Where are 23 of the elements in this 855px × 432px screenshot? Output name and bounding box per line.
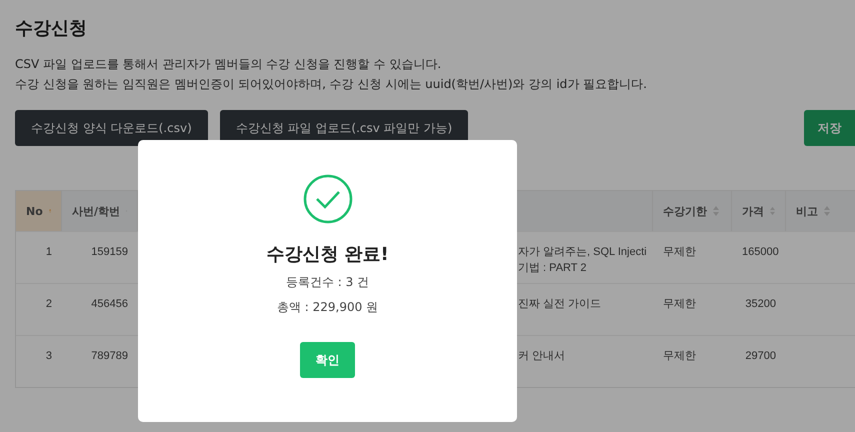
column-header[interactable]: 비고 [786,191,855,231]
table-cell: 2 [16,283,62,335]
table-cell: 1 [16,231,62,283]
save-button[interactable]: 저장 [804,110,855,146]
check-circle-icon [302,174,352,224]
dialog-text: 총액 : 229,900 원 [276,299,378,316]
description-text: CSV 파일 업로드를 통해서 관리자가 멤버들의 수강 신청을 진행할 수 있습니다. [15,56,442,73]
column-header[interactable]: 수강기한 [653,191,732,231]
table-cell: 29700 [732,335,786,387]
description-text: 수강 신청을 원하는 임직원은 멤버인증이 되어있어야하며, 수강 신청 시에는 uuid(학번/사번)와 강의 id가 필요합니다. [15,76,648,93]
column-header[interactable]: No [16,191,62,231]
column-header[interactable]: 가격 [732,191,786,231]
confirm-button[interactable]: 확인 [300,342,355,378]
table-cell: 165000 [732,231,786,283]
table-cell: 3 [16,335,62,387]
table-cell: 35200 [732,283,786,335]
page-title: 수강신청 [15,17,88,40]
table-cell: 무제한 [653,231,732,283]
table-cell: 무제한 [653,335,732,387]
action-button[interactable]: 수강신청 양식 다운로드(.csv) [15,110,208,146]
dialog-title: 수강신청 완료! [266,243,389,266]
column-header[interactable]: 사번/학번 [62,191,138,231]
table-cell: 무제한 [653,283,732,335]
